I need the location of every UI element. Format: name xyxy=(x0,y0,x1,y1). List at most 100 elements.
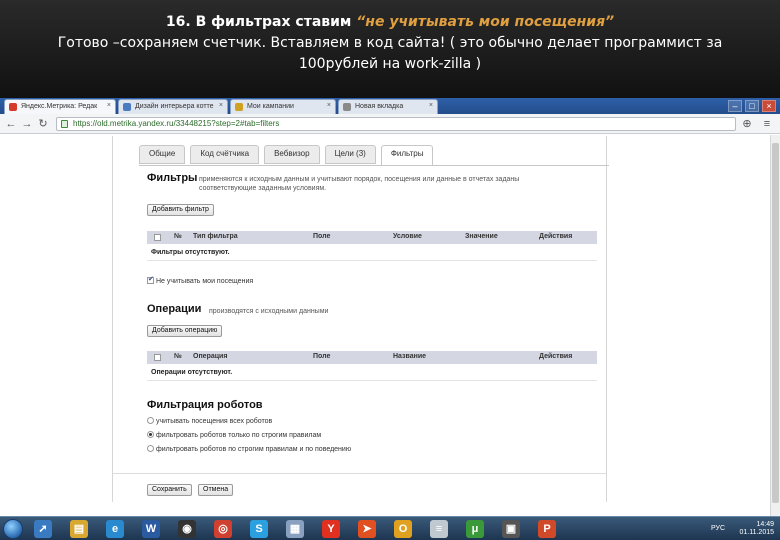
word-icon[interactable]: W xyxy=(142,520,160,538)
col-name: Название xyxy=(393,353,427,360)
notes-icon[interactable]: ▦ xyxy=(286,520,304,538)
tab-counter-code[interactable]: Код счётчика xyxy=(190,145,260,164)
radio-selected-icon[interactable] xyxy=(147,431,154,438)
language-indicator[interactable]: РУС xyxy=(711,525,725,532)
browser-tab-label: Яндекс.Метрика: Редак xyxy=(21,103,98,110)
video-icon[interactable]: ▣ xyxy=(502,520,520,538)
tabs-divider xyxy=(139,165,609,166)
robots-option-label: фильтровать роботов по строгим правилам … xyxy=(156,446,352,453)
chrome-icon[interactable]: ◎ xyxy=(214,520,232,538)
skype-icon[interactable]: S xyxy=(250,520,268,538)
caption-line-1-text: 16. В фильтрах ставим xyxy=(165,14,357,30)
ie-icon[interactable]: e xyxy=(106,520,124,538)
select-all-checkbox[interactable] xyxy=(154,234,161,241)
col-number: № xyxy=(174,233,182,240)
window-controls: – □ × xyxy=(728,100,776,112)
col-filter-type: Тип фильтра xyxy=(193,233,238,240)
minimize-button[interactable]: – xyxy=(728,100,742,112)
browser-navbar: ← → ↻ https://old.metrika.yandex.ru/3344… xyxy=(0,114,780,134)
scrollbar-thumb[interactable] xyxy=(772,143,779,503)
clock-time: 14:49 xyxy=(756,521,774,528)
col-value: Значение xyxy=(465,233,498,240)
col-field: Поле xyxy=(313,353,331,360)
browser-tab-design[interactable]: Дизайн интерьера котте × xyxy=(118,99,228,114)
tab-general[interactable]: Общие xyxy=(139,145,186,164)
favicon-icon xyxy=(343,103,351,111)
torrent-icon[interactable]: μ xyxy=(466,520,484,538)
tab-filters[interactable]: Фильтры xyxy=(380,145,434,166)
filters-table-header: № Тип фильтра Поле Условие Значение Дейс… xyxy=(147,231,597,244)
favicon-icon xyxy=(123,103,131,111)
yandex-icon[interactable]: Y xyxy=(322,520,340,538)
robots-option-label: фильтровать роботов только по строгим пр… xyxy=(156,432,322,439)
back-arrow-icon[interactable]: ← xyxy=(4,117,18,131)
col-condition: Условие xyxy=(393,233,422,240)
browser-tab-metrika[interactable]: Яндекс.Метрика: Редак × xyxy=(4,99,116,114)
favicon-icon xyxy=(235,103,243,111)
add-operation-button[interactable]: Добавить операцию xyxy=(147,325,223,337)
page-scrollbar[interactable] xyxy=(770,135,780,516)
caption-line-1: 16. В фильтрах ставим “не учитывать мои … xyxy=(0,12,780,33)
tab-webvisor[interactable]: Вебвизор xyxy=(264,145,320,164)
col-actions: Действия xyxy=(539,233,573,240)
favicon-icon xyxy=(9,103,17,111)
system-clock[interactable]: 14:49 01.11.2015 xyxy=(739,521,774,537)
caption-line-2: Готово –сохраняем счетчик. Вставляем в к… xyxy=(57,35,723,51)
checkbox-checked-icon[interactable] xyxy=(147,275,154,284)
reload-icon[interactable]: ↻ xyxy=(36,117,50,131)
rocket-icon[interactable]: ➚ xyxy=(34,520,52,538)
arrow-icon[interactable]: ➤ xyxy=(358,520,376,538)
address-url: https://old.metrika.yandex.ru/33448215?s… xyxy=(73,119,280,128)
forward-arrow-icon[interactable]: → xyxy=(20,117,34,131)
settings-tabs: Общие Код счётчика Вебвизор Цели (3) Фил… xyxy=(139,145,434,166)
robots-option-strict[interactable]: фильтровать роботов только по строгим пр… xyxy=(147,431,321,439)
operations-description: производятся с исходными данными xyxy=(209,308,329,315)
filters-empty-row: Фильтры отсутствуют. xyxy=(147,245,597,261)
browser-tab-label: Дизайн интерьера котте xyxy=(135,103,214,110)
browser-tab-new[interactable]: Новая вкладка × xyxy=(338,99,438,114)
col-field: Поле xyxy=(313,233,331,240)
outlook-icon[interactable]: O xyxy=(394,520,412,538)
address-bar[interactable]: https://old.metrika.yandex.ru/33448215?s… xyxy=(56,117,736,131)
start-button[interactable] xyxy=(3,519,23,539)
zoom-icon[interactable]: ⊕ xyxy=(740,117,754,131)
ignore-my-visits-checkbox[interactable]: Не учитывать мои посещения xyxy=(147,275,254,285)
save-button[interactable]: Сохранить xyxy=(147,484,192,496)
select-all-checkbox[interactable] xyxy=(154,354,161,361)
radio-icon[interactable] xyxy=(147,445,154,452)
operations-empty-row: Операции отсутствуют. xyxy=(147,365,597,381)
col-number: № xyxy=(174,353,182,360)
menu-icon[interactable]: ≡ xyxy=(760,117,774,131)
operations-title: Операции xyxy=(147,303,202,315)
operations-table-header: № Операция Поле Название Действия xyxy=(147,351,597,364)
folder-icon[interactable]: ▤ xyxy=(70,520,88,538)
robots-option-label: учитывать посещения всех роботов xyxy=(156,418,273,425)
media-icon[interactable]: ◉ xyxy=(178,520,196,538)
windows-taskbar: ➚ ▤ e W ◉ ◎ S ▦ Y ➤ O ≡ μ ▣ P РУС 14:49 01.11.2015 xyxy=(0,516,780,540)
cancel-button[interactable]: Отмена xyxy=(198,484,234,496)
browser-tab-campaigns[interactable]: Мои кампании × xyxy=(230,99,336,114)
robots-option-all[interactable]: учитывать посещения всех роботов xyxy=(147,417,272,425)
ignore-my-visits-label: Не учитывать мои посещения xyxy=(156,278,254,285)
add-filter-button[interactable]: Добавить фильтр xyxy=(147,204,214,216)
close-tab-icon[interactable]: × xyxy=(327,102,331,109)
tab-goals[interactable]: Цели (3) xyxy=(324,145,376,164)
slide-caption: 16. В фильтрах ставим “не учитывать мои … xyxy=(0,0,780,98)
close-window-button[interactable]: × xyxy=(762,100,776,112)
caption-accent: “не учитывать мои посещения” xyxy=(356,14,615,30)
close-tab-icon[interactable]: × xyxy=(429,102,433,109)
radio-icon[interactable] xyxy=(147,417,154,424)
browser-tab-label: Новая вкладка xyxy=(355,103,404,110)
filters-title: Фильтры xyxy=(147,172,198,184)
maximize-button[interactable]: □ xyxy=(745,100,759,112)
caption-line-3: 100рублей на work-zilla ) xyxy=(298,56,482,72)
filters-description: применяются к исходным данным и учитываю… xyxy=(199,176,520,192)
close-tab-icon[interactable]: × xyxy=(219,102,223,109)
powerpoint-icon[interactable]: P xyxy=(538,520,556,538)
close-tab-icon[interactable]: × xyxy=(107,102,111,109)
col-actions: Действия xyxy=(539,353,573,360)
browser-tab-label: Мои кампании xyxy=(247,103,294,110)
col-operation: Операция xyxy=(193,353,228,360)
robots-option-behavior[interactable]: фильтровать роботов по строгим правилам … xyxy=(147,445,351,453)
text-icon[interactable]: ≡ xyxy=(430,520,448,538)
